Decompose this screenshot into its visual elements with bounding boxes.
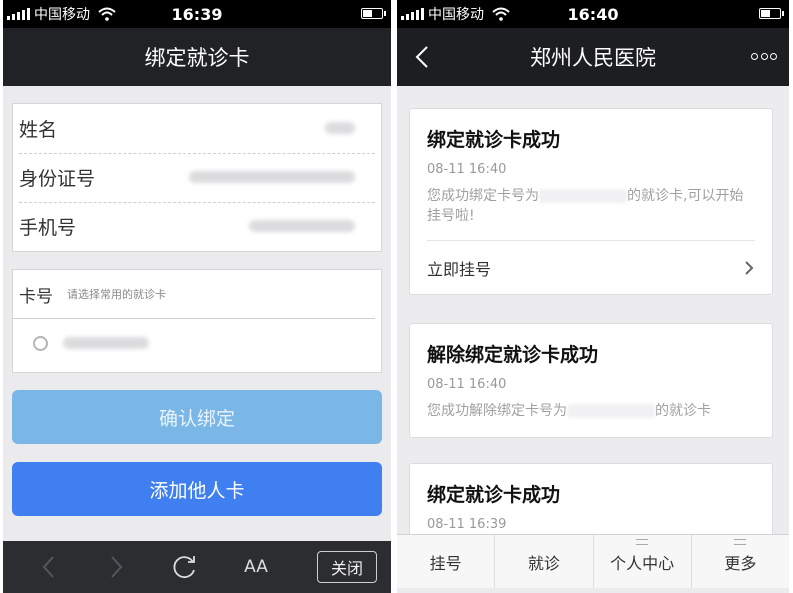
tab-register[interactable]: 挂号 (397, 535, 494, 588)
card-number-redacted (567, 404, 655, 418)
name-label: 姓名 (19, 119, 58, 141)
battery-icon (759, 8, 784, 19)
signal-icon (401, 8, 424, 20)
card-select-group: 卡号 请选择常用的就诊卡 (12, 269, 382, 373)
id-number-label: 身份证号 (19, 168, 96, 190)
id-number-field[interactable]: 身份证号 (13, 153, 381, 202)
tab-personal-center[interactable]: 个人中心 (592, 535, 691, 588)
chevron-right-icon (745, 260, 754, 275)
tab-label: 更多 (724, 553, 757, 573)
card-number-redacted (63, 337, 149, 349)
tab-label: 就诊 (527, 553, 560, 573)
radio-button[interactable] (33, 336, 48, 351)
signal-icon (7, 8, 30, 20)
back-chevron-icon[interactable] (409, 42, 439, 72)
message-body: 您成功解除绑定卡号为 的就诊卡 (427, 401, 755, 421)
card-option[interactable] (13, 319, 381, 368)
message-time: 08-11 16:39 (427, 517, 507, 532)
status-bar: 中国移动 16:39 (3, 0, 391, 28)
tab-label: 挂号 (429, 553, 462, 573)
tab-visit[interactable]: 就诊 (494, 535, 592, 588)
tab-label: 个人中心 (610, 553, 675, 573)
left-screen: 中国移动 16:39 绑定就诊卡 姓名 身份证号 手机号 卡号 请选择常用的就诊… (3, 0, 391, 593)
tab-bar: 挂号 就诊 个人中心 更多 (397, 534, 789, 588)
phone-value-redacted (249, 220, 355, 232)
forward-arrow-icon[interactable] (106, 553, 126, 581)
phone-label: 手机号 (19, 217, 77, 239)
message-body: 您成功绑定卡号为 的就诊卡,可以开始挂号啦! (427, 186, 755, 226)
back-arrow-icon[interactable] (39, 553, 59, 581)
message-card: 绑定就诊卡成功 08-11 16:40 您成功绑定卡号为 的就诊卡,可以开始挂号啦… (409, 108, 773, 295)
nav-bar: 郑州人民医院 (397, 28, 789, 86)
menu-icon (734, 539, 747, 545)
more-icon[interactable] (751, 50, 777, 62)
patient-info-group: 姓名 身份证号 手机号 (12, 103, 382, 252)
page-title: 绑定就诊卡 (144, 46, 250, 70)
message-body-suffix: 的就诊卡 (655, 403, 711, 419)
phone-field[interactable]: 手机号 (13, 202, 381, 251)
message-title: 绑定就诊卡成功 (427, 129, 561, 151)
refresh-icon[interactable] (171, 553, 199, 581)
message-body-prefix: 您成功解除绑定卡号为 (427, 403, 567, 419)
register-now-link[interactable]: 立即挂号 (427, 240, 755, 294)
status-bar: 中国移动 16:40 (397, 0, 789, 28)
nav-bar: 绑定就诊卡 (3, 28, 391, 86)
carrier-label: 中国移动 (34, 7, 90, 23)
menu-icon (636, 539, 649, 545)
add-other-card-button[interactable]: 添加他人卡 (12, 462, 382, 516)
card-number-label: 卡号 (19, 286, 53, 307)
message-time: 08-11 16:40 (427, 377, 507, 392)
clock: 16:39 (171, 4, 223, 24)
id-number-value-redacted (189, 171, 355, 183)
name-field[interactable]: 姓名 (13, 104, 381, 153)
battery-icon (361, 8, 386, 19)
clock: 16:40 (567, 4, 619, 24)
message-card: 解除绑定就诊卡成功 08-11 16:40 您成功解除绑定卡号为 的就诊卡 (409, 323, 773, 438)
message-title: 解除绑定就诊卡成功 (427, 344, 599, 366)
close-button[interactable]: 关闭 (317, 551, 377, 583)
message-body-prefix: 您成功绑定卡号为 (427, 188, 539, 204)
wifi-icon (492, 7, 510, 21)
card-number-redacted (539, 189, 627, 203)
browser-toolbar: AA 关闭 (3, 541, 391, 593)
page-title: 郑州人民医院 (530, 46, 656, 70)
register-now-label: 立即挂号 (427, 259, 492, 279)
font-size-button[interactable]: AA (241, 553, 271, 581)
carrier-label: 中国移动 (428, 7, 484, 23)
right-screen: 中国移动 16:40 郑州人民医院 绑定就诊卡成功 08-11 16:40 您成… (397, 0, 789, 593)
wifi-icon (98, 7, 116, 21)
tab-more[interactable]: 更多 (690, 535, 789, 588)
name-value-redacted (325, 122, 355, 134)
card-number-placeholder: 请选择常用的就诊卡 (67, 288, 166, 301)
message-time: 08-11 16:40 (427, 162, 507, 177)
message-title: 绑定就诊卡成功 (427, 484, 561, 506)
card-number-row: 卡号 请选择常用的就诊卡 (13, 270, 375, 319)
confirm-bind-button[interactable]: 确认绑定 (12, 390, 382, 444)
